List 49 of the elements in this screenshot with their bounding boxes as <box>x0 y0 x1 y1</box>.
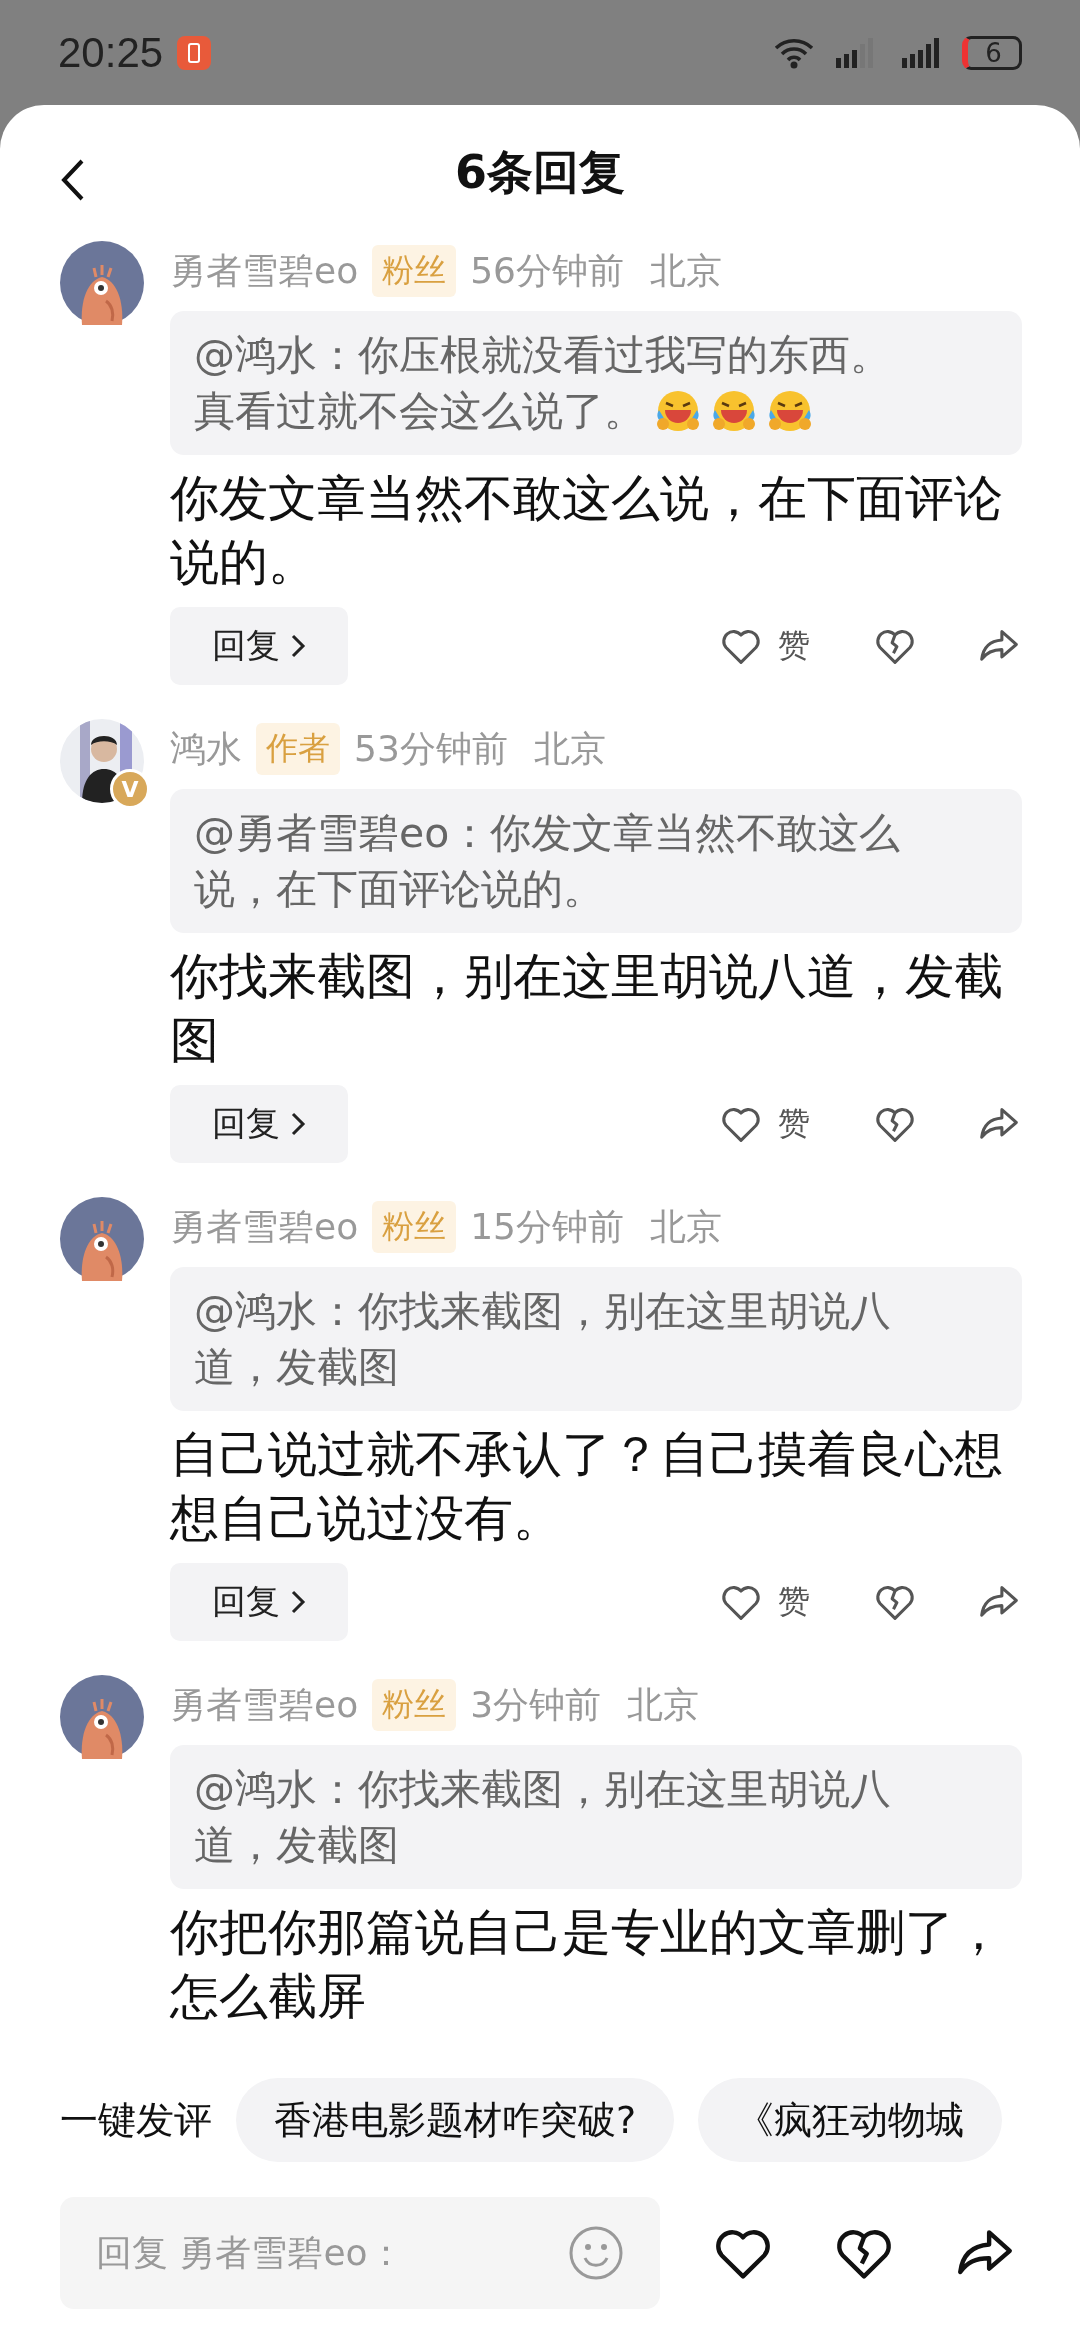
comment-text: 自己说过就不承认了？自己摸着良心想想自己说过没有。 <box>170 1425 1004 1549</box>
comment-text: 你找来截图，别在这里胡说八道，发截图 <box>170 947 1004 1071</box>
laughing-emoji-icon <box>767 388 813 434</box>
quoted-comment-line: 说，在下面评论说的。 <box>194 864 604 915</box>
reply-button[interactable]: 回复 <box>170 607 348 685</box>
quoted-comment-line: @勇者雪碧eo：你发文章当然不敢这么 <box>194 808 901 859</box>
comment-text: 你把你那篇说自己是专业的文章删了，怎么截屏 <box>170 1903 1004 2027</box>
reply-button[interactable]: 回复 <box>170 1563 348 1641</box>
quoted-comment-line: @鸿水：你找来截图，别在这里胡说八 <box>194 1764 891 1815</box>
like-label[interactable]: 赞 <box>778 1102 810 1146</box>
quick-comment-label: 一键发评 <box>60 2096 212 2144</box>
role-badge: 粉丝 <box>372 245 457 297</box>
status-time: 20:25 <box>58 28 164 77</box>
quoted-comment-line: 道，发截图 <box>194 1820 399 1871</box>
page-title: 6条回复 <box>455 144 625 201</box>
reply-input[interactable]: 回复 勇者雪碧eo： <box>60 2196 660 2309</box>
like-label[interactable]: 赞 <box>778 1580 810 1624</box>
chevron-icon <box>290 1111 306 1137</box>
comment-location: 北京 <box>627 1682 700 1727</box>
role-badge: 粉丝 <box>372 1679 457 1731</box>
laughing-emoji-icon <box>655 388 701 434</box>
suggestion-chip[interactable]: 香港电影题材咋突破? <box>236 2078 675 2162</box>
chevron-icon <box>290 633 306 659</box>
verified-badge: V <box>110 769 150 809</box>
laughing-emoji-icon <box>711 388 757 434</box>
quoted-comment-line: 真看过就不会这么说了。 <box>194 386 645 437</box>
battery-indicator: 6 <box>962 35 1022 70</box>
comment-time: 56分钟前 <box>470 248 624 293</box>
quoted-comment-line: @鸿水：你找来截图，别在这里胡说八 <box>194 1286 891 1337</box>
comment-location: 北京 <box>533 726 606 771</box>
emoji-icon[interactable] <box>568 2224 624 2281</box>
chevron-icon <box>290 1589 306 1615</box>
comment-time: 53分钟前 <box>354 726 508 771</box>
quoted-comment-line: 道，发截图 <box>194 1342 399 1393</box>
avatar-icon[interactable] <box>60 1675 144 1759</box>
like-label[interactable]: 赞 <box>778 624 810 668</box>
battery-saver-icon <box>177 35 212 70</box>
role-badge: 作者 <box>256 723 340 775</box>
avatar-icon[interactable] <box>60 1197 144 1281</box>
comment-time: 3分钟前 <box>470 1682 602 1727</box>
comment-text: 你发文章当然不敢这么说，在下面评论说的。 <box>170 469 1004 593</box>
comment-location: 北京 <box>650 248 722 293</box>
role-badge: 粉丝 <box>372 1201 457 1253</box>
suggestion-chip[interactable]: 《疯狂动物城 <box>698 2078 1003 2162</box>
reply-button[interactable]: 回复 <box>170 1085 348 1163</box>
comment-location: 北京 <box>650 1204 722 1249</box>
quoted-comment-line: @鸿水：你压根就没看过我写的东西。 <box>194 330 891 381</box>
comment-time: 15分钟前 <box>470 1204 624 1249</box>
avatar-icon[interactable] <box>60 241 144 325</box>
